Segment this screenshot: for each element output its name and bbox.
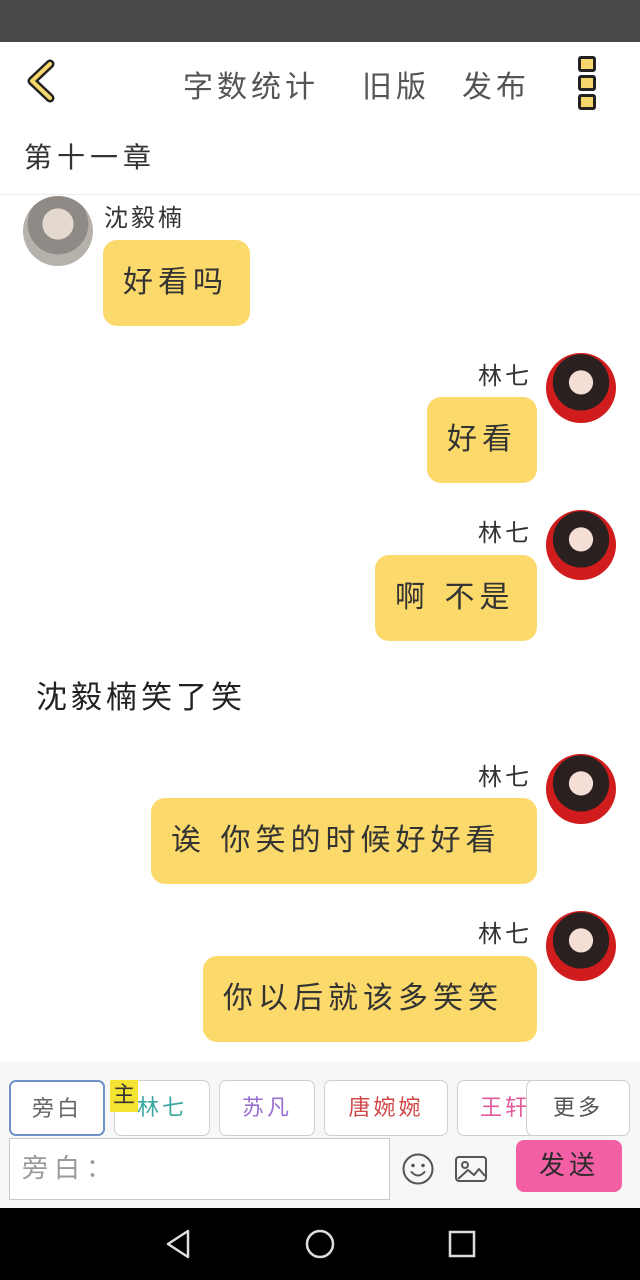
image-icon[interactable] xyxy=(454,1152,488,1186)
more-options-icon[interactable] xyxy=(578,56,600,110)
message-input[interactable]: 旁白： xyxy=(9,1138,390,1200)
role-tang-wanwan[interactable]: 唐婉婉 xyxy=(324,1080,448,1136)
old-version-button[interactable]: 旧版 xyxy=(362,62,430,106)
word-count-button[interactable]: 字数统计 xyxy=(183,62,319,106)
chat-bubble[interactable]: 好看 xyxy=(427,397,537,483)
avatar-lin-qi[interactable] xyxy=(546,510,616,580)
composer-panel: 旁白 林七 主 苏凡 唐婉婉 王轩 更多 旁白： 发送 xyxy=(0,1062,640,1210)
main-character-badge: 主 xyxy=(110,1080,138,1112)
chat-bubble[interactable]: 啊 不是 xyxy=(375,555,537,641)
narration-text[interactable]: 沈毅楠笑了笑 xyxy=(36,672,246,717)
speaker-name: 林七 xyxy=(478,920,532,948)
emoji-icon[interactable] xyxy=(401,1152,435,1186)
avatar-lin-qi[interactable] xyxy=(546,353,616,423)
role-narrator[interactable]: 旁白 xyxy=(9,1080,105,1136)
chapter-title: 第十一章 xyxy=(24,141,157,174)
back-nav-icon[interactable] xyxy=(163,1228,193,1260)
chat-bubble[interactable]: 好看吗 xyxy=(103,240,250,326)
speaker-name: 林七 xyxy=(478,362,532,390)
avatar-lin-qi[interactable] xyxy=(546,911,616,981)
speaker-name: 沈毅楠 xyxy=(104,204,185,232)
more-roles-button[interactable]: 更多 xyxy=(526,1080,630,1136)
speaker-name: 林七 xyxy=(478,763,532,791)
avatar-shen-yinan[interactable] xyxy=(23,196,93,266)
chat-bubble[interactable]: 你以后就该多笑笑 xyxy=(203,956,537,1042)
send-button[interactable]: 发送 xyxy=(516,1140,622,1192)
recents-nav-icon[interactable] xyxy=(447,1229,477,1259)
speaker-name: 林七 xyxy=(478,519,532,547)
top-bar: 字数统计 旧版 发布 xyxy=(0,42,640,120)
navigation-bar xyxy=(0,1208,640,1280)
publish-button[interactable]: 发布 xyxy=(462,62,530,106)
chat-bubble[interactable]: 诶 你笑的时候好好看 xyxy=(151,798,537,884)
avatar-lin-qi[interactable] xyxy=(546,754,616,824)
back-arrow-icon[interactable] xyxy=(22,58,62,104)
role-wang-xuan[interactable]: 王轩 xyxy=(457,1080,537,1136)
divider xyxy=(0,194,640,195)
home-nav-icon[interactable] xyxy=(304,1228,336,1260)
status-bar xyxy=(0,0,640,42)
role-su-fan[interactable]: 苏凡 xyxy=(219,1080,315,1136)
